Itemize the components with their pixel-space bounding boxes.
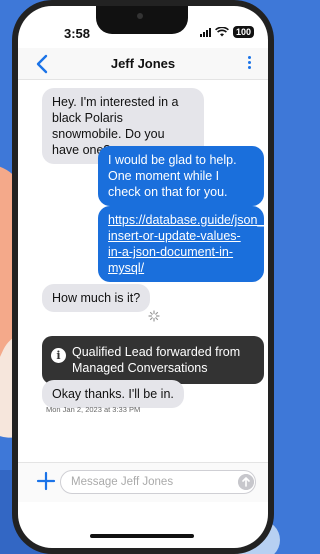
wifi-icon	[215, 27, 229, 37]
conversation-header: Jeff Jones	[18, 48, 268, 80]
home-indicator[interactable]	[90, 534, 194, 538]
camera-icon	[137, 13, 143, 19]
phone-screen: 3:58 100 Jeff Jones Hey. I'm interested …	[18, 6, 268, 548]
status-icons: 100	[199, 26, 254, 38]
notice-text: Qualified Lead forwarded from Managed Co…	[72, 345, 241, 375]
message-composer: Message Jeff Jones	[18, 462, 268, 502]
info-icon: i	[51, 348, 66, 363]
battery-icon: 100	[232, 26, 254, 38]
message-timestamp: Mon Jan 2, 2023 at 3:33 PM	[46, 405, 141, 414]
message-link[interactable]: https://database.guide/json_set-insert-o…	[108, 213, 268, 275]
loading-spinner-icon	[148, 310, 160, 322]
send-arrow-icon[interactable]	[238, 474, 254, 490]
notch	[96, 6, 188, 34]
signal-icon	[199, 27, 211, 37]
contact-name: Jeff Jones	[110, 56, 176, 71]
more-options-icon[interactable]	[244, 54, 254, 74]
status-bar: 3:58 100	[18, 6, 268, 46]
status-time: 3:58	[64, 26, 91, 41]
incoming-message: Okay thanks. I'll be in.	[42, 380, 184, 408]
lead-forwarded-notice: i Qualified Lead forwarded from Managed …	[42, 336, 264, 384]
incoming-message: How much is it?	[42, 284, 151, 312]
message-input[interactable]: Message Jeff Jones	[60, 470, 256, 494]
outgoing-message: I would be glad to help. One moment whil…	[98, 146, 264, 206]
outgoing-message: https://database.guide/json_set-insert-o…	[98, 206, 268, 282]
message-thread[interactable]: Hey. I'm interested in a black Polaris s…	[18, 80, 268, 480]
phone-frame: 3:58 100 Jeff Jones Hey. I'm interested …	[12, 0, 274, 554]
plus-icon[interactable]	[36, 471, 56, 491]
